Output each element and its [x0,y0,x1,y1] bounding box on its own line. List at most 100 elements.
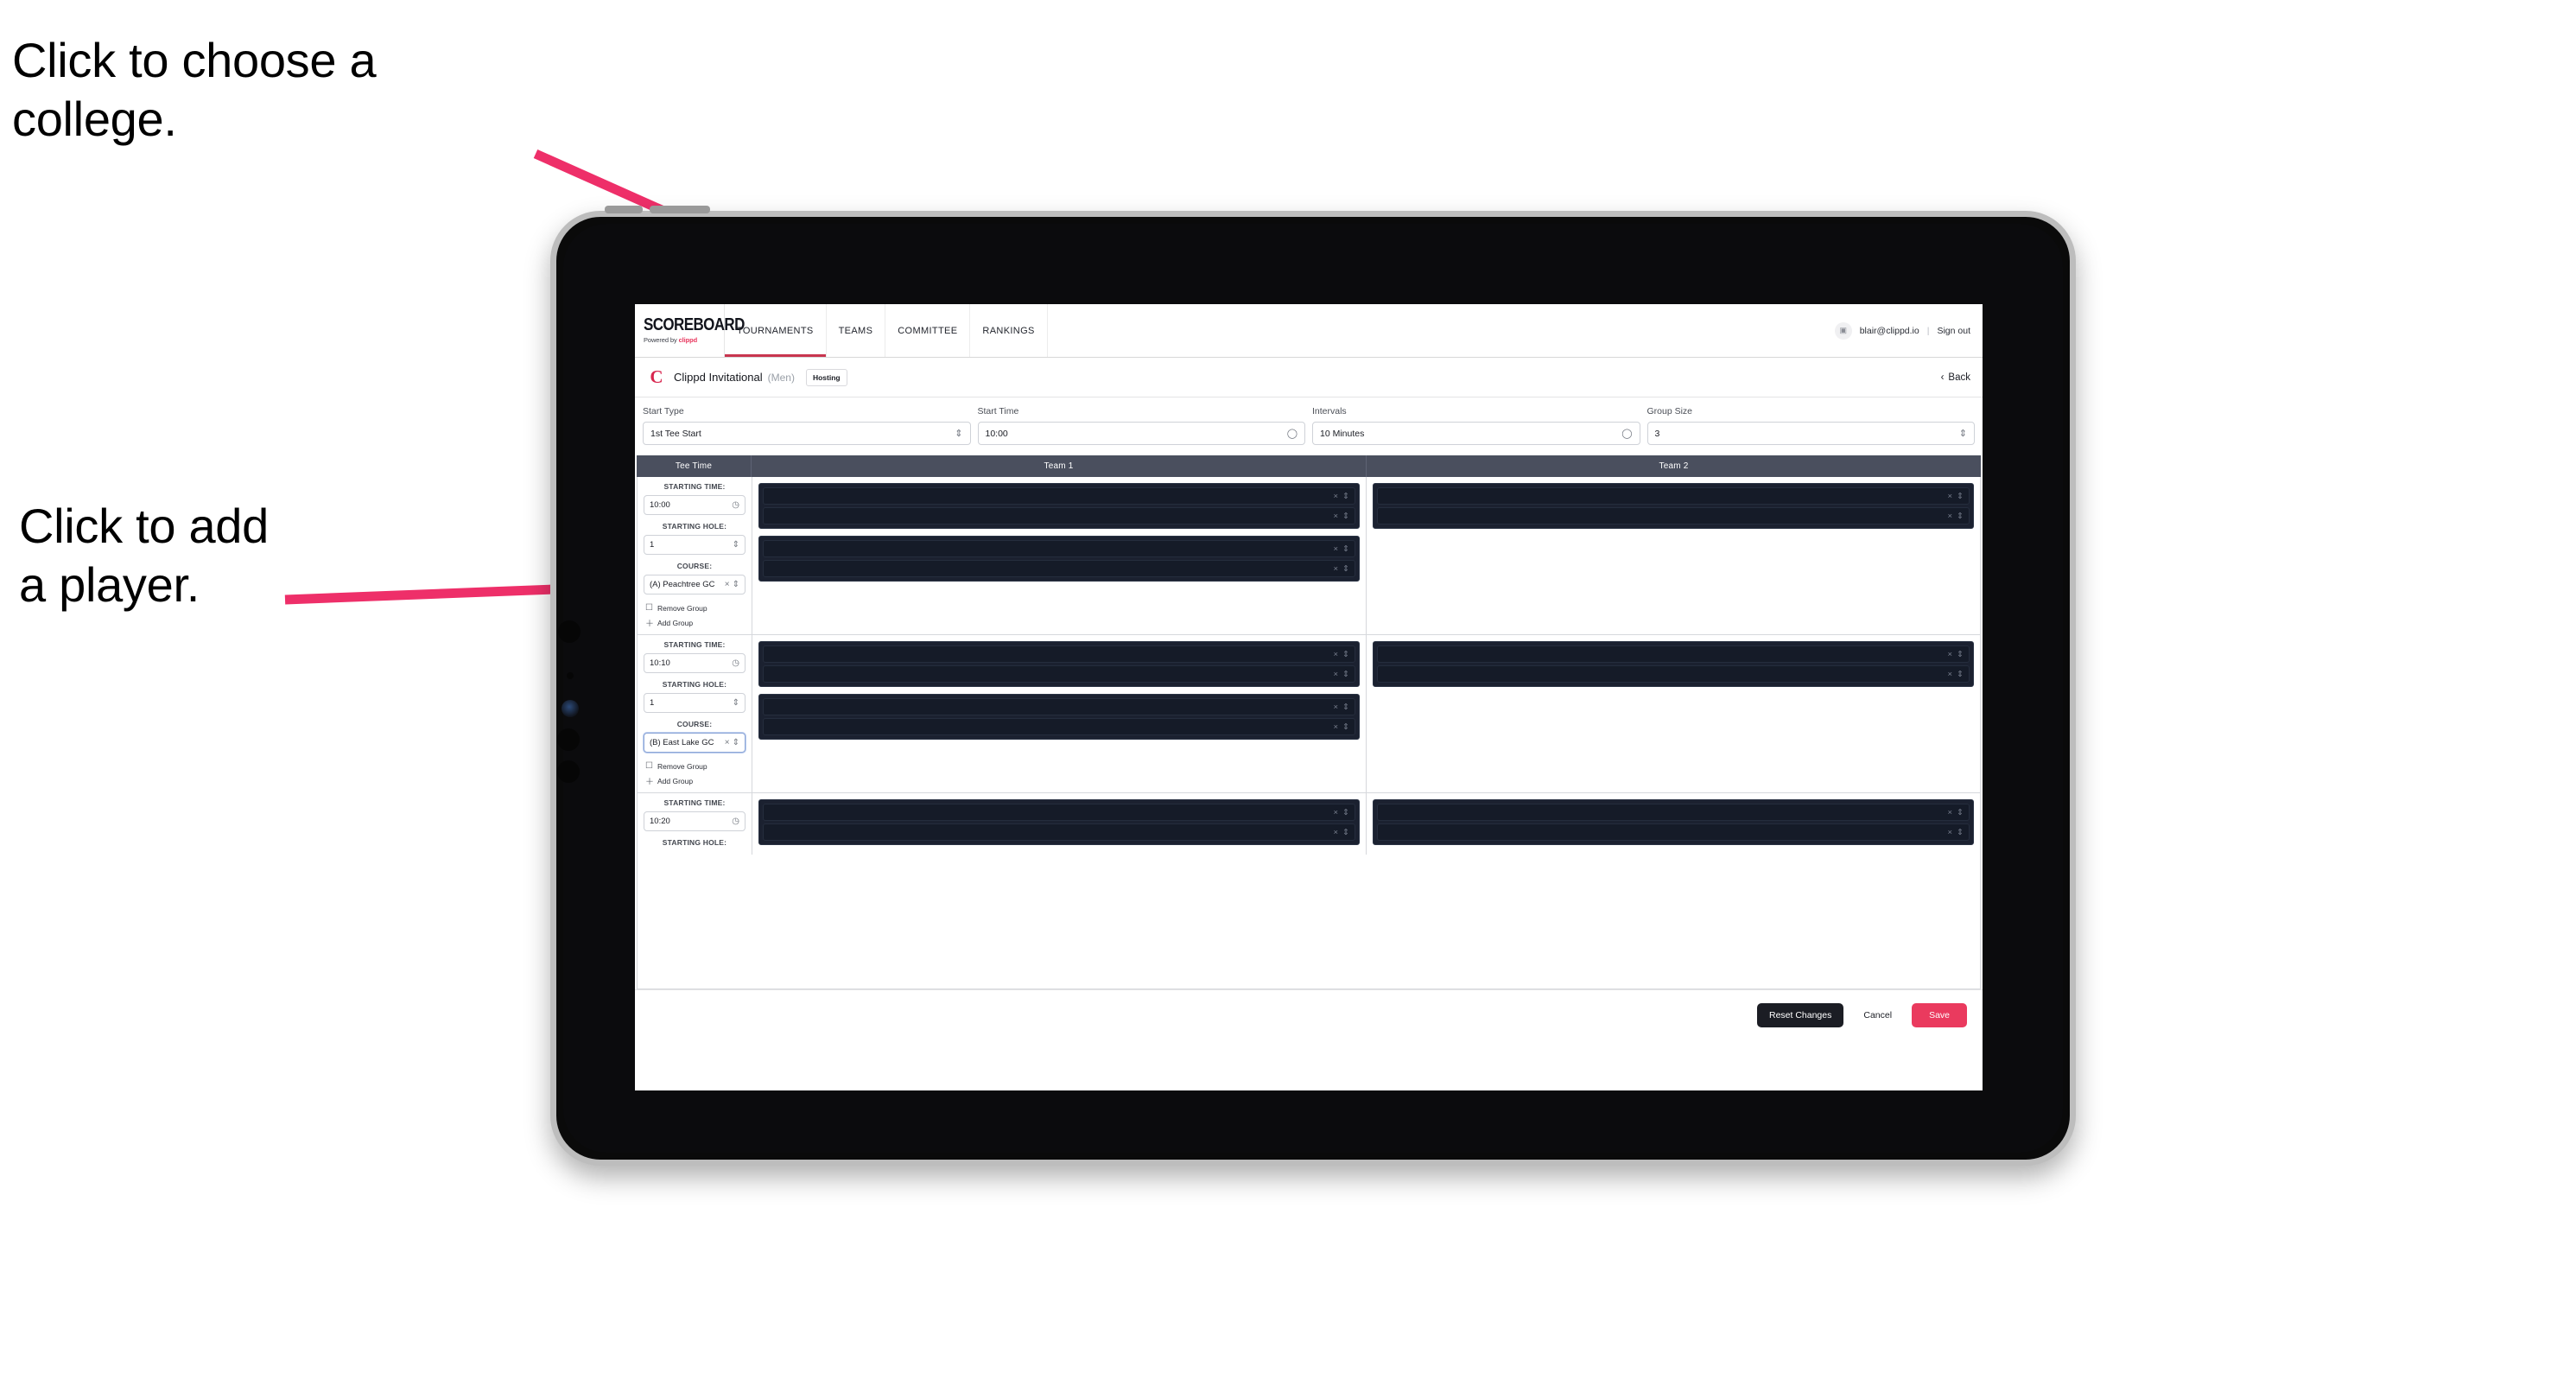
chevron-updown-icon[interactable]: ⇕ [1342,564,1349,574]
cancel-button[interactable]: Cancel [1853,1003,1902,1027]
chevron-updown-icon[interactable]: ⇕ [1342,650,1349,659]
close-x-icon[interactable]: × [1947,492,1952,501]
close-x-icon[interactable]: × [1333,808,1338,817]
close-x-icon[interactable]: × [725,580,730,589]
chevron-updown-icon[interactable]: ⇕ [1957,808,1964,817]
back-button[interactable]: ‹ Back [1941,372,1970,383]
chevron-updown-icon[interactable]: ⇕ [1342,670,1349,679]
player-slot[interactable]: × ⇕ [763,823,1355,841]
close-x-icon[interactable]: × [1333,492,1338,501]
player-slot[interactable]: × ⇕ [763,804,1355,821]
chevron-updown-icon[interactable]: ⇕ [1957,828,1964,837]
intervals-input[interactable]: 10 Minutes ◯ [1312,422,1640,445]
group-size-stepper[interactable]: 3 ⇕ [1646,422,1975,445]
nav-tab-tournaments[interactable]: TOURNAMENTS [725,304,827,357]
user-avatar-icon[interactable]: ▣ [1834,321,1852,340]
intervals-value: 10 Minutes [1320,428,1365,439]
chevron-updown-icon[interactable]: ⇕ [1342,544,1349,554]
chevron-updown-icon[interactable]: ⇕ [1957,650,1964,659]
player-slot[interactable]: × ⇕ [1377,823,1970,841]
chevron-updown-icon[interactable]: ⇕ [733,540,739,550]
reset-changes-button[interactable]: Reset Changes [1756,1002,1844,1027]
chevron-updown-icon[interactable]: ⇕ [1342,512,1349,521]
player-slot[interactable]: × ⇕ [1377,487,1970,505]
player-slot[interactable]: × ⇕ [763,560,1355,577]
close-x-icon[interactable]: × [1333,670,1338,679]
tee-sheet-rows[interactable]: STARTING TIME: 10:00 ◷ STARTING HOLE: 1 ⇕ COUR… [637,477,1981,989]
add-group-button[interactable]: ＋ Add Group [644,614,746,631]
chevron-updown-icon[interactable]: ⇕ [1342,808,1349,817]
player-group[interactable]: × ⇕ × ⇕ [758,641,1360,687]
chevron-updown-icon[interactable]: ⇕ [733,580,739,589]
player-group[interactable]: × ⇕ × ⇕ [1373,641,1974,687]
player-slot[interactable]: × ⇕ [1377,507,1970,525]
player-slot[interactable]: × ⇕ [763,645,1355,663]
course-select[interactable]: (B) East Lake GC × ⇕ [644,733,746,753]
start-time-input[interactable]: 10:00 ◯ [977,422,1305,445]
close-x-icon[interactable]: × [1333,564,1338,574]
save-button[interactable]: Save [1912,1002,1967,1027]
clock-icon[interactable]: ◷ [732,658,739,668]
starting-time-input[interactable]: 10:00 ◷ [644,495,746,515]
player-slot[interactable]: × ⇕ [763,507,1355,525]
chevron-updown-icon[interactable]: ⇕ [1342,492,1349,501]
close-x-icon[interactable]: × [1947,512,1952,521]
close-x-icon[interactable]: × [1333,650,1338,659]
brand-logo[interactable]: SCOREBOARD Powered by clippd [635,304,745,357]
remove-group-button[interactable]: ☐ Remove Group [644,601,746,614]
player-slot[interactable]: × ⇕ [763,487,1355,505]
chevron-updown-icon[interactable]: ⇕ [1957,670,1964,679]
close-x-icon[interactable]: × [1947,808,1952,817]
remove-group-button[interactable]: ☐ Remove Group [644,760,746,772]
starting-time-input[interactable]: 10:10 ◷ [644,653,746,673]
chevron-updown-icon[interactable]: ⇕ [1957,512,1964,521]
chevron-updown-icon[interactable]: ⇕ [733,698,739,708]
chevron-updown-icon[interactable]: ⇕ [1342,828,1349,837]
close-x-icon[interactable]: × [1947,828,1952,837]
chevron-updown-icon[interactable]: ⇕ [733,738,739,747]
close-x-icon[interactable]: × [1333,703,1338,712]
chevron-updown-icon[interactable]: ⇕ [1342,722,1349,732]
course-select[interactable]: (A) Peachtree GC × ⇕ [644,575,746,594]
close-x-icon[interactable]: × [725,738,730,747]
close-x-icon[interactable]: × [1947,670,1952,679]
nav-tab-committee[interactable]: COMMITTEE [885,304,971,357]
chevron-updown-icon[interactable]: ⇕ [1342,703,1349,712]
tournament-name: Clippd Invitational [674,371,763,384]
tablet-power-button [650,206,710,213]
close-x-icon[interactable]: × [1333,544,1338,554]
player-slot[interactable]: × ⇕ [763,718,1355,735]
nav-tab-rankings[interactable]: RANKINGS [970,304,1048,357]
close-x-icon[interactable]: × [1947,650,1952,659]
brand-tagline: Powered by clippd [644,336,724,344]
player-slot[interactable]: × ⇕ [1377,645,1970,663]
remove-group-button-label: Remove Group [657,603,707,613]
clock-icon[interactable]: ◷ [732,500,739,510]
add-group-button[interactable]: ＋ Add Group [644,772,746,789]
sign-out-link[interactable]: Sign out [1937,326,1970,336]
player-group[interactable]: × ⇕ × ⇕ [1373,799,1974,845]
close-x-icon[interactable]: × [1333,722,1338,732]
starting-hole-stepper[interactable]: 1 ⇕ [644,535,746,555]
player-group[interactable]: × ⇕ × ⇕ [758,799,1360,845]
nav-tab-teams[interactable]: TEAMS [827,304,886,357]
close-x-icon[interactable]: × [1333,512,1338,521]
player-group[interactable]: × ⇕ × ⇕ [1373,483,1974,529]
player-group[interactable]: × ⇕ × ⇕ [758,536,1360,582]
player-group[interactable]: × ⇕ × ⇕ [758,483,1360,529]
player-slot[interactable]: × ⇕ [1377,665,1970,683]
start-type-select[interactable]: 1st Tee Start ⇕ [643,422,971,445]
starting-time-input[interactable]: 10:20 ◷ [644,811,746,831]
starting-hole-stepper[interactable]: 1 ⇕ [644,693,746,713]
tablet-top-button [605,206,643,213]
player-slot[interactable]: × ⇕ [1377,804,1970,821]
clock-icon[interactable]: ◷ [732,817,739,826]
tee-time-cell: STARTING TIME: 10:00 ◷ STARTING HOLE: 1 ⇕ COUR… [638,477,752,634]
start-type-label: Start Type [643,406,684,416]
close-x-icon[interactable]: × [1333,828,1338,837]
player-slot[interactable]: × ⇕ [763,665,1355,683]
chevron-updown-icon[interactable]: ⇕ [1957,492,1964,501]
player-slot[interactable]: × ⇕ [763,698,1355,715]
player-group[interactable]: × ⇕ × ⇕ [758,694,1360,740]
player-slot[interactable]: × ⇕ [763,540,1355,557]
